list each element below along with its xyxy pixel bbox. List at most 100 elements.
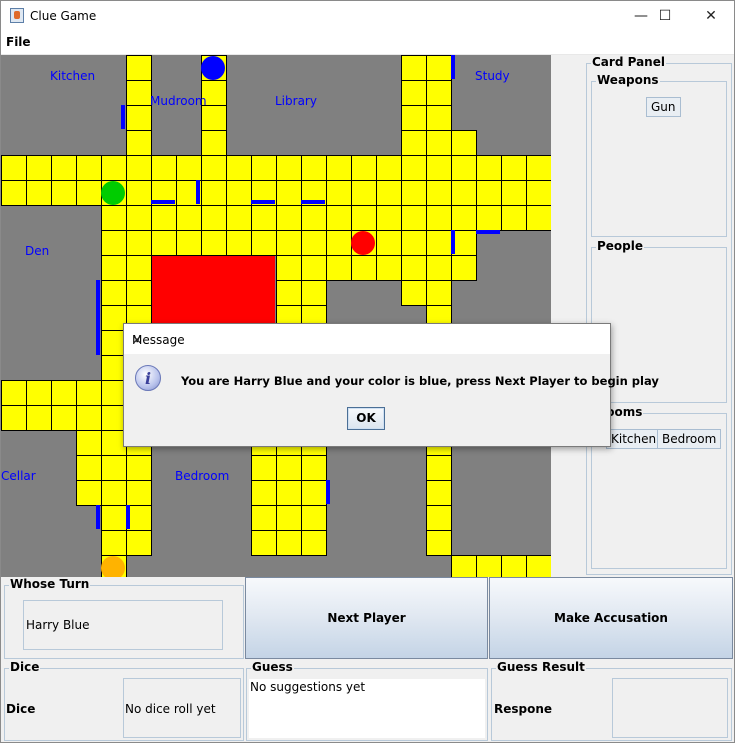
hallway-cell[interactable] [326,205,352,231]
hallway-cell[interactable] [426,480,452,506]
guess-text-area[interactable]: No suggestions yet [249,679,485,738]
ok-button[interactable]: OK [347,407,385,430]
hallway-cell[interactable] [126,280,152,306]
hallway-cell[interactable] [101,505,127,531]
hallway-cell[interactable] [326,180,352,206]
hallway-cell[interactable] [26,155,52,181]
hallway-cell[interactable] [401,230,427,256]
hallway-cell[interactable] [76,430,102,456]
hallway-cell[interactable] [326,155,352,181]
hallway-cell[interactable] [351,205,377,231]
hallway-cell[interactable] [401,130,427,156]
hallway-cell[interactable] [401,205,427,231]
hallway-cell[interactable] [301,205,327,231]
hallway-cell[interactable] [326,255,352,281]
hallway-cell[interactable] [401,180,427,206]
hallway-cell[interactable] [101,155,127,181]
hallway-cell[interactable] [151,230,177,256]
hallway-cell[interactable] [201,130,227,156]
hallway-cell[interactable] [126,205,152,231]
hallway-cell[interactable] [501,205,527,231]
hallway-cell[interactable] [501,155,527,181]
hallway-cell[interactable] [351,155,377,181]
hallway-cell[interactable] [151,155,177,181]
hallway-cell[interactable] [301,530,327,556]
hallway-cell[interactable] [451,555,477,577]
hallway-cell[interactable] [451,155,477,181]
hallway-cell[interactable] [251,480,277,506]
hallway-cell[interactable] [301,255,327,281]
hallway-cell[interactable] [301,280,327,306]
hallway-cell[interactable] [501,555,527,577]
hallway-cell[interactable] [126,80,152,106]
hallway-cell[interactable] [276,230,302,256]
hallway-cell[interactable] [276,205,302,231]
hallway-cell[interactable] [376,255,402,281]
hallway-cell[interactable] [101,230,127,256]
hallway-cell[interactable] [401,55,427,81]
hallway-cell[interactable] [201,180,227,206]
hallway-cell[interactable] [76,405,102,431]
hallway-cell[interactable] [101,205,127,231]
hallway-cell[interactable] [226,205,252,231]
hallway-cell[interactable] [76,480,102,506]
hallway-cell[interactable] [401,280,427,306]
hallway-cell[interactable] [126,230,152,256]
hallway-cell[interactable] [426,105,452,131]
hallway-cell[interactable] [451,205,477,231]
hallway-cell[interactable] [476,555,502,577]
make-accusation-button[interactable]: Make Accusation [489,577,733,659]
hallway-cell[interactable] [251,530,277,556]
hallway-cell[interactable] [76,155,102,181]
dialog-close-button[interactable]: ✕ [132,333,602,347]
hallway-cell[interactable] [376,230,402,256]
hallway-cell[interactable] [326,230,352,256]
hallway-cell[interactable] [126,455,152,481]
hallway-cell[interactable] [451,255,477,281]
hallway-cell[interactable] [426,80,452,106]
hallway-cell[interactable] [526,180,551,206]
hallway-cell[interactable] [176,230,202,256]
hallway-cell[interactable] [176,205,202,231]
hallway-cell[interactable] [76,455,102,481]
hallway-cell[interactable] [276,280,302,306]
hallway-cell[interactable] [401,155,427,181]
hallway-cell[interactable] [201,155,227,181]
hallway-cell[interactable] [276,155,302,181]
hallway-cell[interactable] [276,480,302,506]
hallway-cell[interactable] [476,205,502,231]
hallway-cell[interactable] [376,205,402,231]
hallway-cell[interactable] [26,380,52,406]
hallway-cell[interactable] [226,180,252,206]
hallway-cell[interactable] [1,380,27,406]
hallway-cell[interactable] [251,505,277,531]
hallway-cell[interactable] [276,505,302,531]
hallway-cell[interactable] [51,405,77,431]
hallway-cell[interactable] [151,205,177,231]
hallway-cell[interactable] [201,105,227,131]
hallway-cell[interactable] [51,380,77,406]
hallway-cell[interactable] [301,455,327,481]
hallway-cell[interactable] [1,405,27,431]
hallway-cell[interactable] [251,230,277,256]
hallway-cell[interactable] [251,455,277,481]
hallway-cell[interactable] [126,155,152,181]
hallway-cell[interactable] [126,255,152,281]
hallway-cell[interactable] [1,180,27,206]
hallway-cell[interactable] [76,180,102,206]
hallway-cell[interactable] [426,180,452,206]
hallway-cell[interactable] [126,105,152,131]
hallway-cell[interactable] [101,455,127,481]
hallway-cell[interactable] [226,155,252,181]
close-button[interactable]: ✕ [688,1,734,32]
hallway-cell[interactable] [426,130,452,156]
hallway-cell[interactable] [301,155,327,181]
hallway-cell[interactable] [451,130,477,156]
hallway-cell[interactable] [301,480,327,506]
hallway-cell[interactable] [426,55,452,81]
hallway-cell[interactable] [426,155,452,181]
hallway-cell[interactable] [351,180,377,206]
hallway-cell[interactable] [126,180,152,206]
hallway-cell[interactable] [51,155,77,181]
hallway-cell[interactable] [426,455,452,481]
